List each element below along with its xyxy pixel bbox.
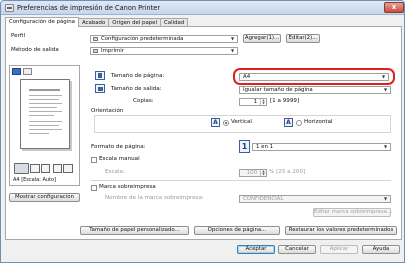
copies-label: Copias: [133,98,154,104]
output-method-label: Método de salida [11,47,59,53]
printer-small-icon [93,49,98,53]
duplex-icon [30,164,40,173]
help-button[interactable]: Ayuda [362,245,400,254]
custom-paper-size-button[interactable]: Tamaño de papel personalizado... [80,226,189,235]
watermark-name-select[interactable]: CONFIDENCIAL ▼ [239,195,391,203]
page-options-button[interactable]: Opciones de página... [194,226,280,235]
edit-profile-button[interactable]: Editar(2)... [286,34,320,43]
landscape-icon: A [284,118,293,127]
manual-scaling-label[interactable]: Escala manual [99,156,140,163]
tab-page-setup[interactable]: Configuración de página [5,17,79,27]
output-size-icon [95,84,105,93]
page-preview [20,79,70,149]
edit-watermark-button[interactable]: Editar marca sobreimpresa... [313,208,392,217]
apply-button[interactable]: Aplicar [320,245,358,254]
output-size-select[interactable]: Igualar tamaño de página ▼ [239,86,391,94]
scale-label: Escala: [105,169,125,175]
portrait-radio[interactable] [223,120,229,126]
page-size-value: A4 [243,74,251,80]
copies-spinner[interactable]: 1 ▲ ▼ [239,98,267,106]
preview-box: A4 [Escala: Auto] [9,65,80,186]
landscape-label: Horizontal [304,119,333,125]
watermark-name-label: Nombre de la marca sobreimpresa: [105,195,204,201]
page-layout-icon: 1 [239,140,250,153]
page-layout-label: Formato de página: [91,144,146,150]
watermark-name-value: CONFIDENCIAL [243,196,284,202]
title-bar[interactable]: Preferencias de impresión de Canon Print… [1,1,404,15]
chevron-down-icon: ▼ [230,48,235,53]
ok-button[interactable]: Aceptar [237,245,275,254]
page-size-select[interactable]: A4 ▼ [239,73,389,81]
close-button[interactable]: x [384,2,404,13]
add-profile-button[interactable]: Agregar(1)... [243,34,281,43]
show-settings-button[interactable]: Mostrar configuración [9,193,80,202]
preview-detail-icon[interactable] [23,68,32,75]
copies-range: [1 a 9999] [270,98,300,104]
chevron-down-icon: ▼ [383,87,388,92]
chevron-down-icon: ▼ [230,36,235,41]
staple-icon [41,164,50,173]
profile-value: Configuración predeterminada [101,36,184,42]
manual-scaling-checkbox[interactable] [91,157,97,163]
preview-caption: A4 [Escala: Auto] [13,177,57,183]
page-layout-value: 1 en 1 [256,144,274,150]
cancel-button[interactable]: Cancelar [278,245,316,254]
page-layout-select[interactable]: 1 en 1 ▼ [252,143,391,151]
output-method-value: Imprimir [101,48,124,54]
chevron-down-icon: ▼ [381,74,386,79]
booklet-icon [63,164,73,173]
watermark-checkbox[interactable] [91,185,97,191]
favorite-star-icon: * [92,35,96,40]
watermark-label[interactable]: Marca sobreimpresa [99,184,156,191]
chevron-down-icon: ▼ [383,144,388,149]
restore-defaults-button[interactable]: Restaurar los valores predeterminados [285,226,397,235]
scale-range: % [25 a 200] [269,169,306,175]
printer-icon [5,4,14,12]
printer-preferences-window: Preferencias de impresión de Canon Print… [0,0,405,263]
portrait-label[interactable]: Vertical [231,119,252,126]
output-size-label: Tamaño de salida: [111,86,162,92]
profile-label: Perfil [11,33,25,39]
window-title: Preferencias de impresión de Canon Print… [17,4,161,12]
profile-select[interactable]: * Configuración predeterminada ▼ [90,35,238,43]
output-method-select[interactable]: Imprimir ▼ [90,47,238,55]
preview-mode-icon[interactable] [12,68,21,75]
portrait-icon: A [211,118,220,127]
separator [91,180,391,181]
page-size-icon [95,71,105,80]
output-size-value: Igualar tamaño de página [243,87,313,93]
spinner-arrows-icon[interactable]: ▲ ▼ [260,170,266,176]
chevron-down-icon: ▼ [383,196,388,201]
spinner-arrows-icon[interactable]: ▲ ▼ [260,99,266,105]
page-setup-panel: Perfil * Configuración predeterminada ▼ … [5,26,402,240]
scale-spinner[interactable]: 100 ▲ ▼ [239,169,267,177]
landscape-radio[interactable] [296,120,302,126]
printer-device-icon [14,163,29,174]
scale-value: 100 [246,170,257,176]
paper-icon [53,164,62,173]
orientation-label: Orientación [91,108,124,114]
page-size-label: Tamaño de página: [111,73,165,79]
copies-value: 1 [253,99,257,105]
